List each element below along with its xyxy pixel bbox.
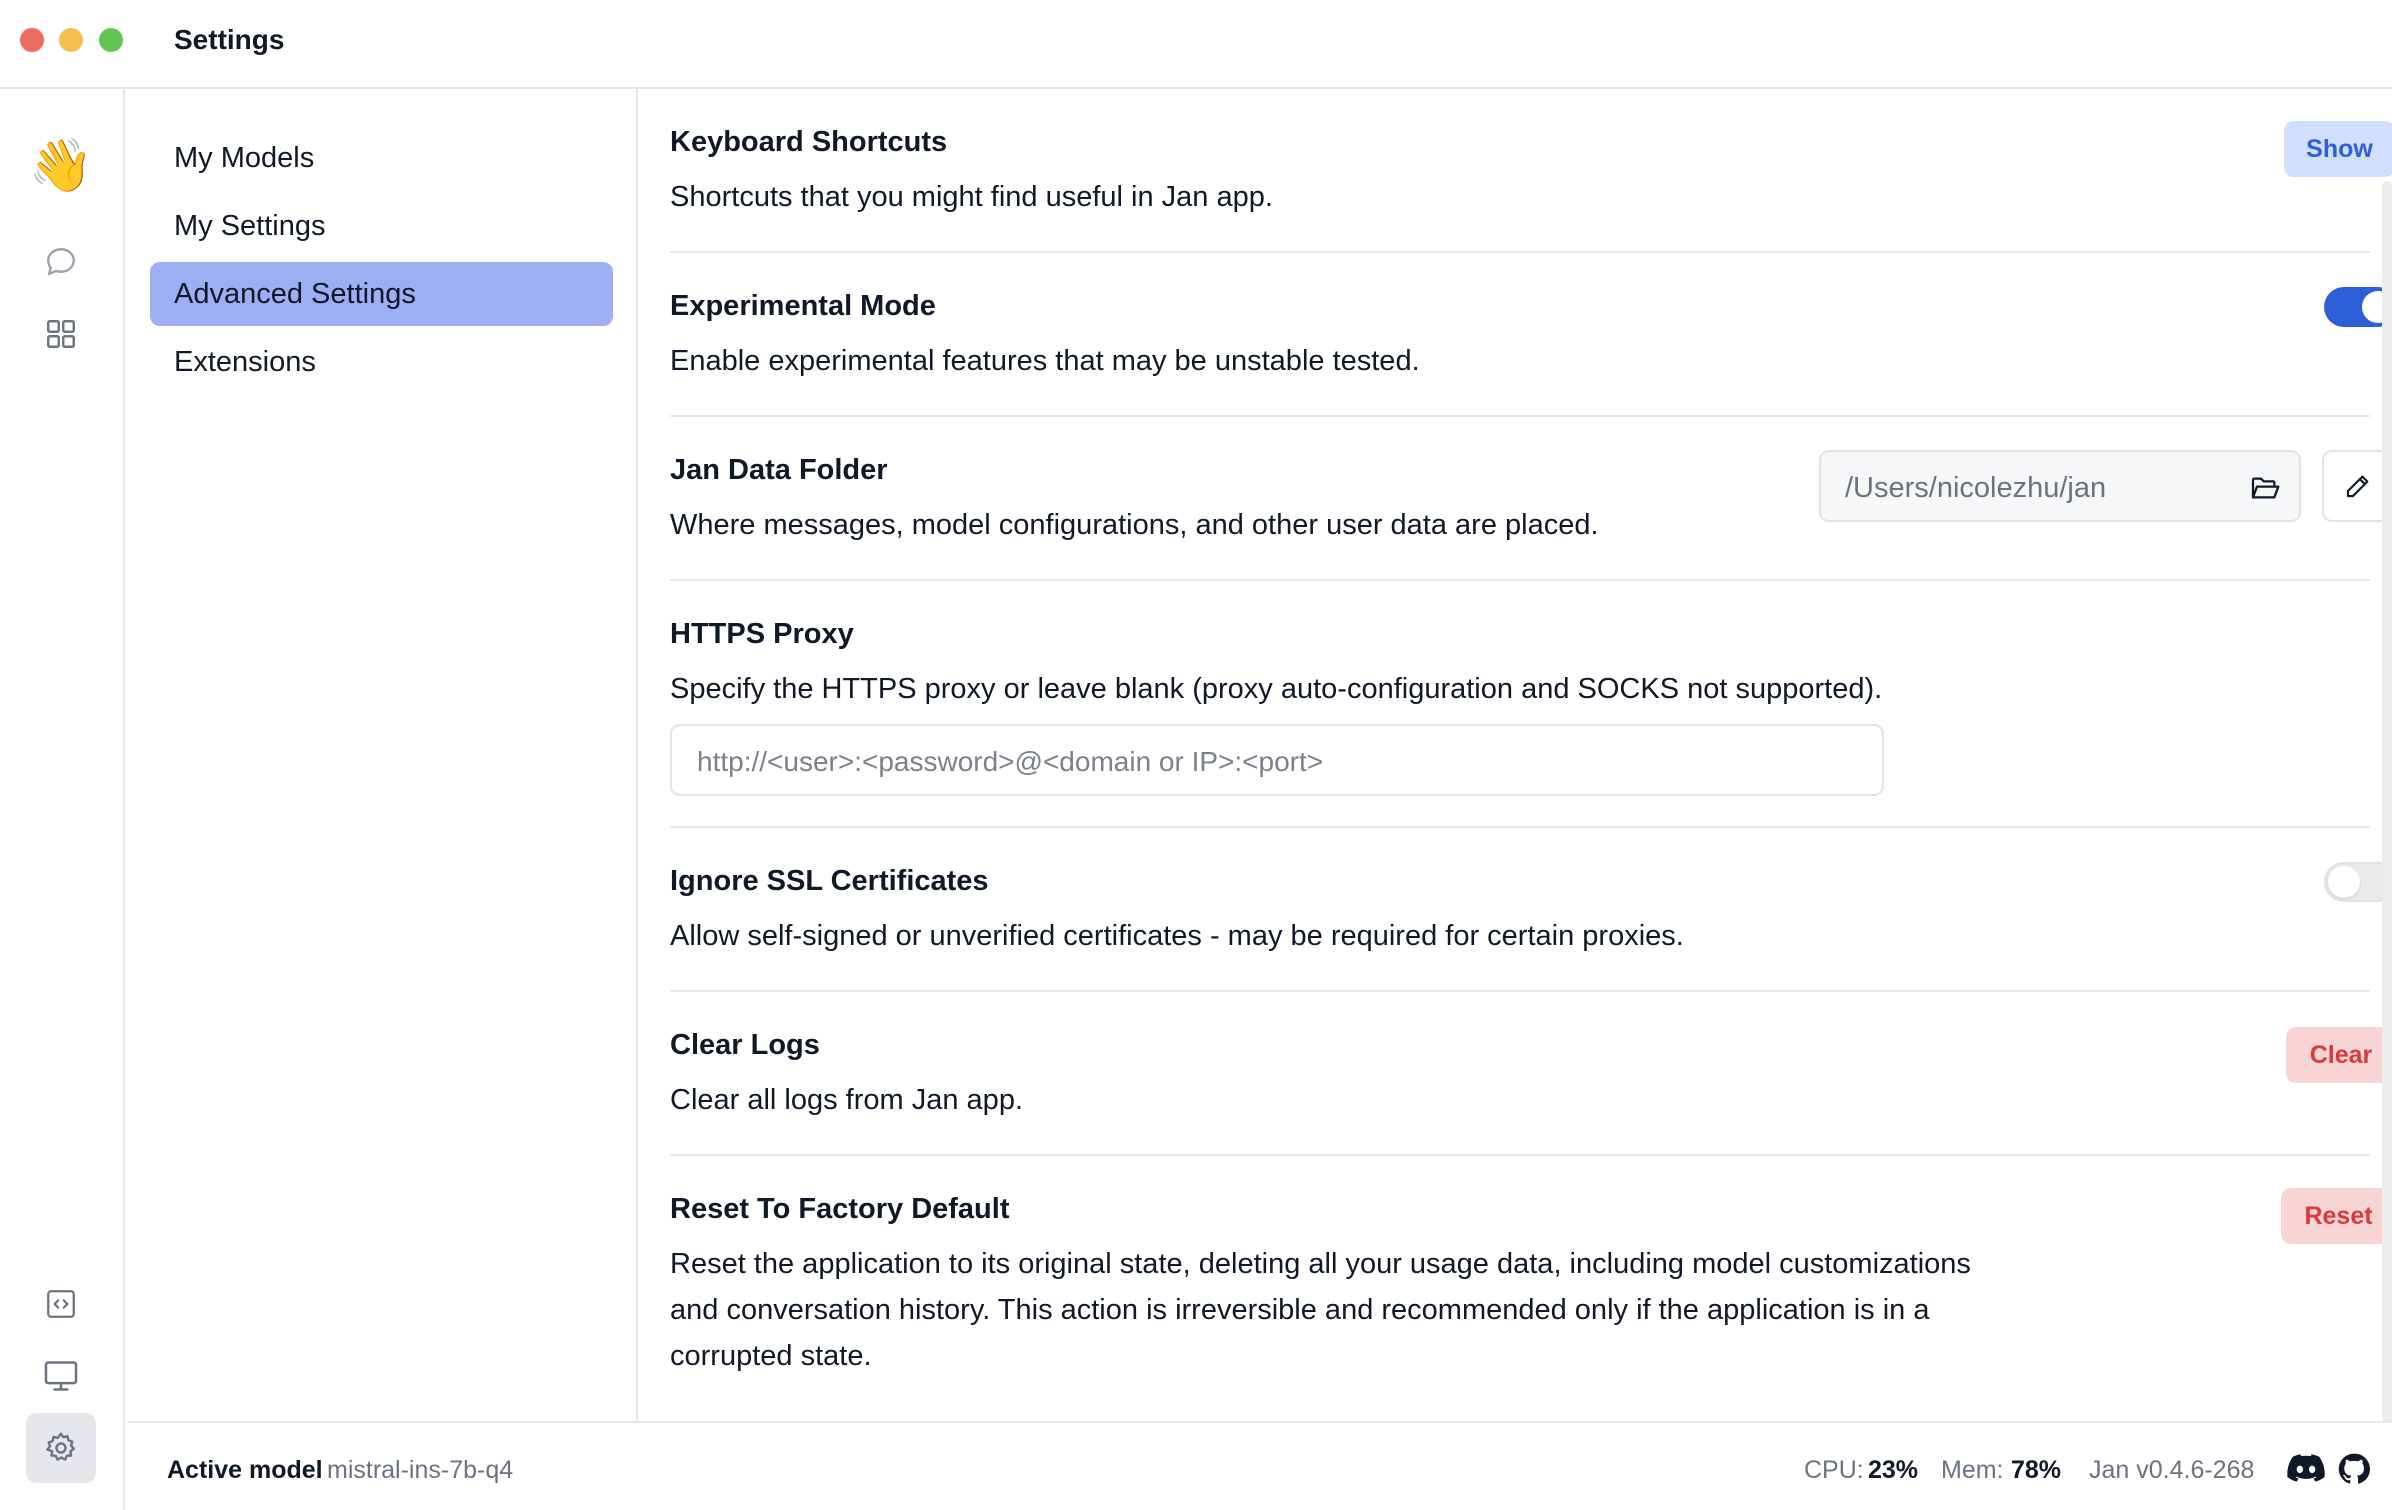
wave-logo-icon[interactable]: 👋 [26,131,96,201]
section-description: Shortcuts that you might find useful in … [670,181,1273,213]
https-proxy-input[interactable]: http://<user>:<password>@<domain or IP>:… [670,724,1884,796]
github-icon[interactable] [2337,1453,2371,1485]
section-description: Allow self-signed or unverified certific… [670,920,1684,952]
window-minimize-button[interactable] [59,28,83,52]
clear-logs-button[interactable]: Clear [2286,1027,2392,1083]
folder-open-icon[interactable] [2249,472,2281,504]
title-bar: Settings [0,0,2392,89]
factory-reset-section: Reset To Factory Default Reset the appli… [670,1156,2392,1406]
window-title: Settings [174,24,285,55]
toggle-knob [2328,866,2360,898]
reset-button[interactable]: Reset [2281,1188,2392,1244]
section-description-line: and conversation history. This action is… [670,1294,1930,1326]
monitor-icon[interactable] [26,1341,96,1411]
section-description: Clear all logs from Jan app. [670,1084,1023,1116]
settings-content: Keyboard Shortcuts Shortcuts that you mi… [640,89,2392,1491]
section-title: Experimental Mode [670,290,936,322]
section-title: Keyboard Shortcuts [670,126,948,158]
active-model-label: Active model [167,1456,323,1484]
nav-item-my-models[interactable]: My Models [150,126,613,190]
section-description-line: Reset the application to its original st… [670,1248,1971,1280]
keyboard-shortcuts-section: Keyboard Shortcuts Shortcuts that you mi… [670,89,2392,253]
content-scrollbar[interactable] [2382,181,2392,1491]
pencil-icon [2346,475,2369,498]
chat-icon[interactable] [26,227,96,297]
section-title: Jan Data Folder [670,454,888,486]
settings-nav: My Models My Settings Advanced Settings … [125,89,638,1421]
grid-icon[interactable] [26,299,96,369]
nav-item-advanced-settings[interactable]: Advanced Settings [150,262,613,326]
experimental-mode-section: Experimental Mode Enable experimental fe… [670,253,2392,417]
clear-logs-section: Clear Logs Clear all logs from Jan app. … [670,992,2392,1156]
data-folder-section: Jan Data Folder Where messages, model co… [670,417,2392,581]
nav-item-my-settings[interactable]: My Settings [150,194,613,258]
window-zoom-button[interactable] [99,28,123,52]
section-description: Specify the HTTPS proxy or leave blank (… [670,673,1883,705]
section-title: HTTPS Proxy [670,618,854,650]
section-description-line: corrupted state. [670,1340,872,1372]
settings-gear-icon[interactable] [26,1413,96,1483]
section-description: Enable experimental features that may be… [670,345,1420,377]
active-model-name[interactable]: mistral-ins-7b-q4 [327,1456,513,1485]
code-icon[interactable] [26,1269,96,1339]
https-proxy-placeholder: http://<user>:<password>@<domain or IP>:… [697,746,1324,777]
section-title: Reset To Factory Default [670,1193,1010,1225]
data-folder-field[interactable]: /Users/nicolezhu/jan [1819,450,2301,522]
section-title: Clear Logs [670,1029,820,1061]
cpu-value: 23% [1868,1456,1919,1484]
mem-value: 78% [2011,1456,2062,1484]
nav-item-extensions[interactable]: Extensions [150,330,613,394]
icon-rail: 👋 [0,89,125,1510]
discord-icon[interactable] [2287,1453,2325,1485]
section-title: Ignore SSL Certificates [670,865,989,897]
https-proxy-section: HTTPS Proxy Specify the HTTPS proxy or l… [670,581,2370,828]
data-folder-path: /Users/nicolezhu/jan [1845,472,2107,504]
cpu-label: CPU: [1804,1456,1864,1484]
section-description: Where messages, model configurations, an… [670,509,1599,541]
ignore-ssl-section: Ignore SSL Certificates Allow self-signe… [670,828,2392,992]
app-version: Jan v0.4.6-268 [2089,1456,2255,1484]
show-shortcuts-button[interactable]: Show [2284,121,2392,177]
status-bar: Active model mistral-ins-7b-q4 CPU: 23% … [127,1421,2392,1510]
window-close-button[interactable] [20,28,44,52]
mem-label: Mem: [1941,1456,2004,1484]
